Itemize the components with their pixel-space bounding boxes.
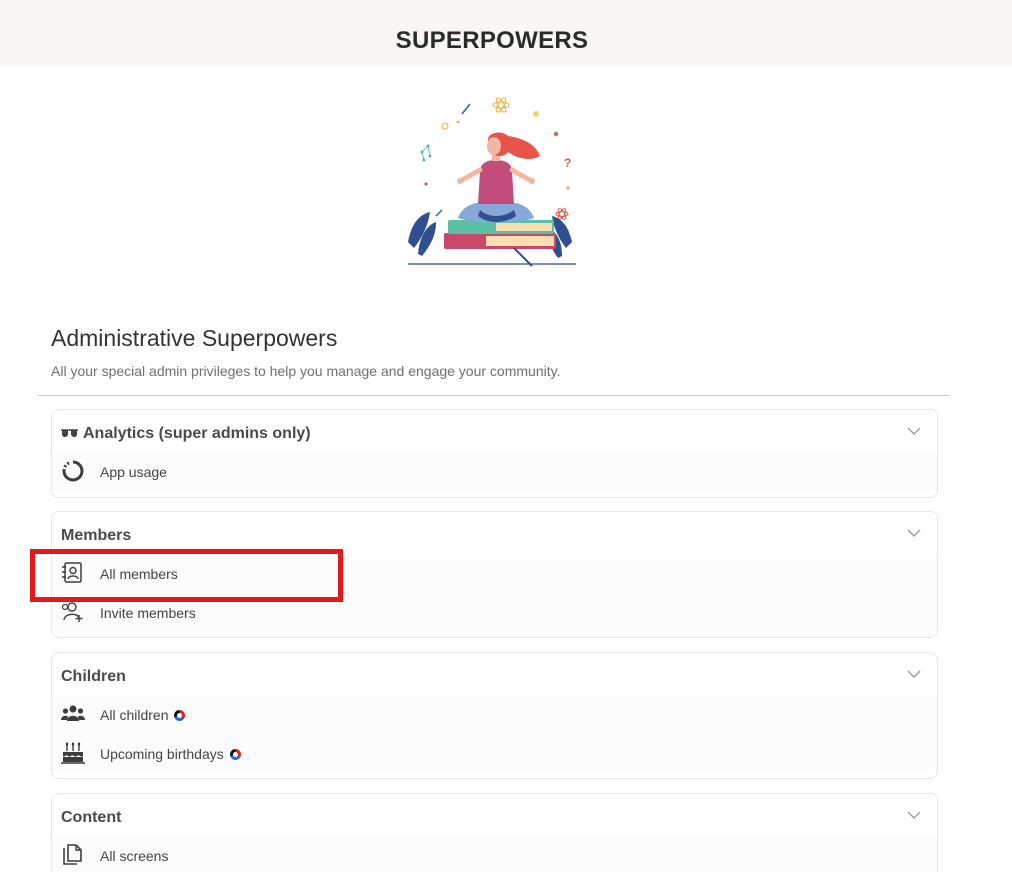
- menu-item-app-usage[interactable]: App usage: [52, 452, 937, 491]
- menu-item-label: App usage: [100, 464, 167, 480]
- menu-item-label: All members: [100, 566, 178, 582]
- section-title: Analytics (super admins only): [83, 425, 311, 442]
- chevron-down-icon[interactable]: [907, 427, 921, 436]
- page-heading: Administrative Superpowers: [51, 325, 338, 351]
- section-header-children[interactable]: Children: [52, 653, 937, 695]
- section-analytics: Analytics (super admins only) App usage: [51, 409, 938, 498]
- svg-text:?: ?: [564, 156, 571, 170]
- menu-item-all-members[interactable]: All members: [52, 554, 937, 593]
- section-members: Members All members Invite members: [51, 511, 938, 638]
- app-title: SUPERPOWERS: [395, 27, 589, 54]
- page-subheading: All your special admin privileges to hel…: [51, 363, 561, 379]
- menu-item-label: All children: [100, 707, 169, 723]
- birthday-cake-icon: [61, 742, 85, 764]
- chevron-down-icon[interactable]: [907, 811, 921, 820]
- menu-item-invite-members[interactable]: Invite members: [52, 593, 937, 632]
- donut-chart-icon: [62, 460, 84, 482]
- status-badge: [229, 748, 241, 760]
- menu-item-label: Invite members: [100, 605, 196, 621]
- menu-item-label: Upcoming birthdays: [100, 746, 224, 762]
- divider: [38, 395, 950, 396]
- chevron-down-icon[interactable]: [907, 670, 921, 679]
- meditation-illustration: ?: [408, 97, 576, 267]
- section-content: Content All screens: [51, 793, 938, 872]
- document-copy-icon: [63, 844, 82, 865]
- menu-item-label: All screens: [100, 848, 169, 864]
- users-group-icon: [61, 705, 85, 721]
- section-title: Children: [61, 668, 126, 685]
- chevron-down-icon[interactable]: [907, 529, 921, 538]
- section-title: Content: [61, 809, 122, 826]
- status-badge: [174, 709, 186, 721]
- section-header-analytics[interactable]: Analytics (super admins only): [52, 410, 937, 452]
- section-children: Children All children Upcoming birthdays: [51, 652, 938, 779]
- menu-item-all-screens[interactable]: All screens: [52, 836, 937, 872]
- section-header-members[interactable]: Members: [52, 512, 937, 554]
- sunglasses-icon: [61, 429, 78, 437]
- top-bar: SUPERPOWERS: [0, 0, 1012, 66]
- section-header-content[interactable]: Content: [52, 794, 937, 836]
- section-title: Members: [61, 527, 132, 544]
- menu-item-all-children[interactable]: All children: [52, 695, 937, 734]
- add-user-icon: [61, 602, 83, 622]
- contact-book-icon: [62, 562, 82, 583]
- menu-item-upcoming-birthdays[interactable]: Upcoming birthdays: [52, 734, 937, 773]
